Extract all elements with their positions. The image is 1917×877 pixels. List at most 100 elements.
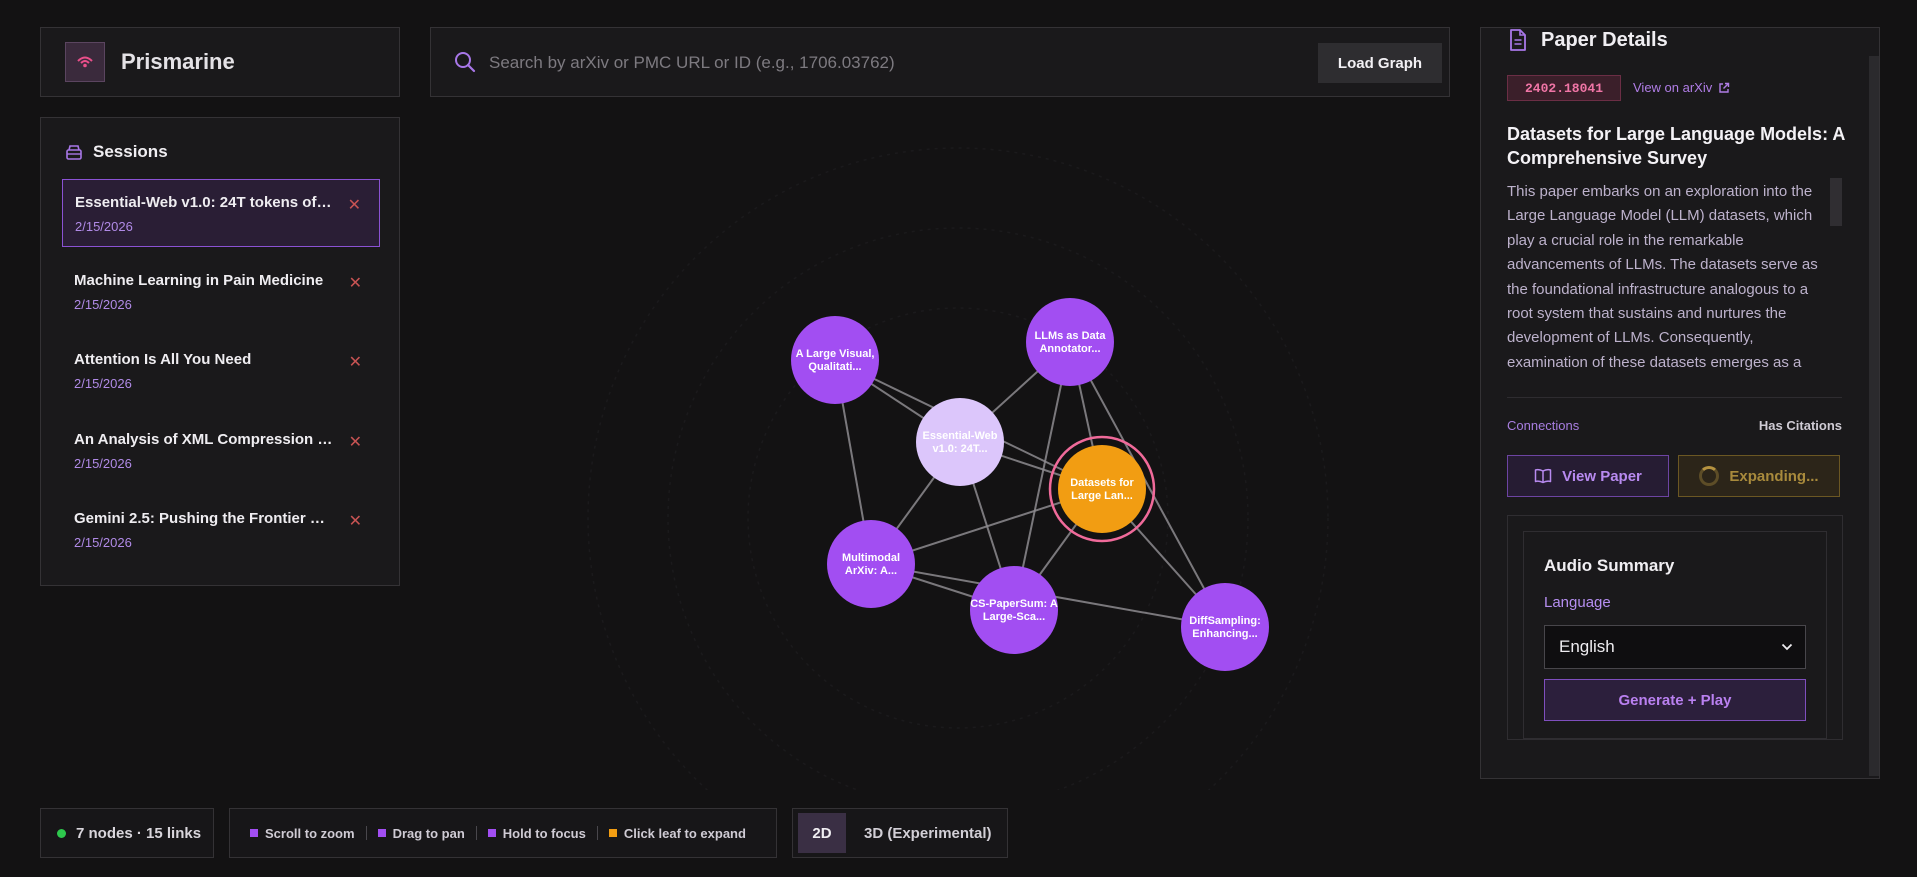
audio-summary-title: Audio Summary (1544, 556, 1675, 575)
paper-id-badge: 2402.18041 (1507, 75, 1621, 101)
expanding-button[interactable]: Expanding... (1678, 455, 1840, 497)
node-label: Datasets for (1070, 477, 1134, 489)
close-icon[interactable]: ✕ (349, 352, 362, 372)
node-label: CS-PaperSum: A (970, 598, 1058, 610)
node-label: ArXiv: A... (845, 565, 897, 577)
document-icon (1510, 29, 1526, 51)
language-select[interactable]: English (1544, 625, 1806, 669)
session-title: Machine Learning in Pain Medicine (74, 272, 324, 289)
hint-item: Click leaf to expand (608, 825, 746, 841)
load-graph-button[interactable]: Load Graph (1318, 43, 1442, 83)
spinner-icon (1699, 466, 1720, 486)
node-circle (916, 398, 1004, 486)
node-label: Large-Sca... (983, 611, 1045, 623)
node-circle (827, 520, 915, 608)
graph-node[interactable]: Datasets forLarge Lan... (1048, 435, 1156, 543)
node-circle (1181, 583, 1269, 671)
hint-item: Drag to pan (377, 825, 465, 841)
language-value: English (1559, 637, 1615, 656)
node-label: A Large Visual, (796, 348, 875, 360)
session-item[interactable]: Attention Is All You Need 2/15/2026 ✕ (62, 337, 380, 405)
graph-node[interactable]: Essential-Webv1.0: 24T... (916, 398, 1004, 486)
close-icon[interactable]: ✕ (348, 195, 361, 215)
divider (596, 826, 598, 840)
hint-item: Hold to focus (487, 825, 586, 841)
archive-icon (66, 145, 82, 160)
language-label: Language (1544, 594, 1611, 611)
session-item[interactable]: Machine Learning in Pain Medicine 2/15/2… (62, 258, 380, 326)
node-circle (970, 566, 1058, 654)
node-label: Large Lan... (1071, 490, 1133, 502)
hint-label: Drag to pan (392, 825, 465, 841)
graph-nodes: A Large Visual,Qualitati...LLMs as DataA… (791, 298, 1269, 671)
paper-abstract: This paper embarks on an exploration int… (1507, 183, 1818, 371)
session-item[interactable]: Gemini 2.5: Pushing the Frontier with Ad… (62, 496, 380, 564)
divider (475, 826, 477, 840)
hint-marker (377, 829, 386, 837)
view-paper-label: View Paper (1562, 467, 1642, 485)
mode-2d-button[interactable]: 2D (798, 813, 846, 853)
graph-node[interactable]: CS-PaperSum: ALarge-Sca... (970, 566, 1058, 654)
graph-canvas[interactable]: A Large Visual,Qualitati...LLMs as DataA… (430, 100, 1450, 790)
prism-icon (77, 56, 93, 68)
hint-marker (487, 829, 496, 837)
graph-node[interactable]: LLMs as DataAnnotator... (1026, 298, 1114, 386)
session-title: Attention Is All You Need (74, 351, 252, 368)
session-date: 2/15/2026 (74, 376, 132, 391)
paper-details-panel: Paper Details 2402.18041 View on arXiv D… (1480, 27, 1880, 779)
session-title: Gemini 2.5: Pushing the Frontier with Ad… (74, 510, 334, 527)
node-label: DiffSampling: (1189, 615, 1261, 627)
app-title: Prismarine (121, 49, 235, 74)
session-date: 2/15/2026 (74, 297, 132, 312)
audio-summary-section: Audio Summary Language English Generate … (1507, 515, 1843, 740)
node-circle (1026, 298, 1114, 386)
scrollbar[interactable] (1869, 56, 1879, 776)
node-label: Qualitati... (808, 361, 861, 373)
status-dot (57, 828, 66, 838)
hint-label: Scroll to zoom (265, 825, 355, 841)
session-title: Essential-Web v1.0: 24T tokens of organi… (75, 194, 335, 211)
node-label: Multimodal (842, 552, 900, 564)
close-icon[interactable]: ✕ (349, 432, 362, 452)
external-link-icon (1719, 82, 1730, 93)
node-label: Enhancing... (1192, 628, 1257, 640)
close-icon[interactable]: ✕ (349, 511, 362, 531)
graph-stats: 7 nodes · 15 links (40, 808, 214, 858)
hint-label: Hold to focus (502, 825, 586, 841)
view-paper-button[interactable]: View Paper (1507, 455, 1669, 497)
expanding-label: Expanding... (1729, 467, 1819, 485)
node-label: Annotator... (1039, 343, 1100, 355)
abstract-scrollbar[interactable] (1830, 178, 1842, 226)
node-label: Essential-Web (923, 430, 998, 442)
close-icon[interactable]: ✕ (349, 273, 362, 293)
generate-play-button[interactable]: Generate + Play (1544, 679, 1806, 721)
graph-node[interactable]: DiffSampling:Enhancing... (1181, 583, 1269, 671)
search-input[interactable] (487, 45, 1291, 81)
sessions-title: Sessions (93, 142, 168, 161)
hint-label: Click leaf to expand (623, 825, 746, 841)
view-on-arxiv-link[interactable]: View on arXiv (1633, 80, 1730, 95)
audio-summary-card: Audio Summary Language English Generate … (1523, 531, 1827, 739)
search-bar: Load Graph (430, 27, 1450, 97)
session-title: An Analysis of XML Compression Efficienc… (74, 431, 334, 448)
node-circle (791, 316, 879, 404)
stats-text: 7 nodes · 15 links (76, 824, 202, 842)
brand-header: Prismarine (40, 27, 400, 97)
node-label: v1.0: 24T... (932, 443, 987, 455)
session-date: 2/15/2026 (75, 219, 133, 234)
graph-node[interactable]: A Large Visual,Qualitati... (791, 316, 879, 404)
graph-node[interactable]: MultimodalArXiv: A... (827, 520, 915, 608)
session-item[interactable]: Essential-Web v1.0: 24T tokens of organi… (62, 179, 380, 247)
hint-marker (250, 829, 258, 837)
paper-title: Datasets for Large Language Models: A Co… (1507, 124, 1845, 168)
mode-3d-button[interactable]: 3D (Experimental) (846, 813, 992, 853)
hint-item: Scroll to zoom (250, 826, 355, 841)
has-citations-label: Has Citations (1758, 418, 1842, 433)
logo (65, 42, 105, 82)
chevron-down-icon (1781, 643, 1793, 651)
session-date: 2/15/2026 (74, 535, 132, 550)
session-item[interactable]: An Analysis of XML Compression Efficienc… (62, 417, 380, 485)
details-header: Paper Details (1507, 28, 1668, 52)
node-label: LLMs as Data (1035, 330, 1107, 342)
session-date: 2/15/2026 (74, 456, 132, 471)
